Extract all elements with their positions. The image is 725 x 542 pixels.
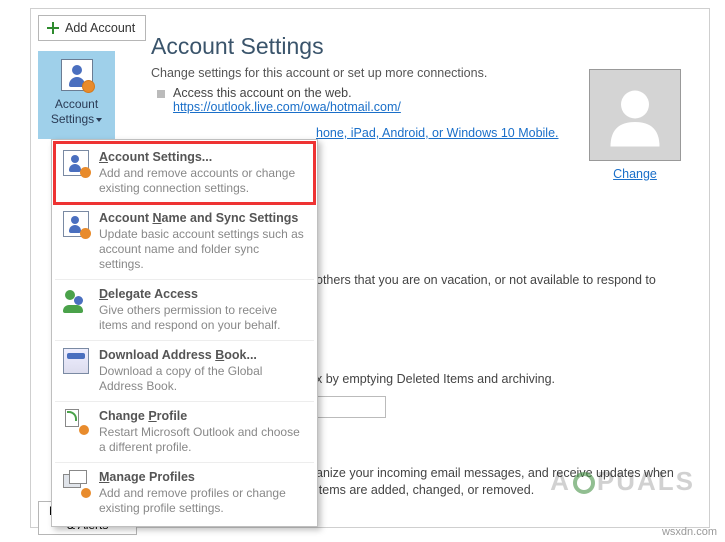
outlook-account-settings-window: Add Account Account Settings Account Set…: [30, 8, 710, 528]
menu-item-desc: Update basic account settings such as ac…: [99, 227, 306, 272]
add-account-label: Add Account: [65, 21, 135, 35]
rules-text-partial: anize your incoming email messages, and …: [316, 465, 689, 499]
menu-item-download-address-book[interactable]: Download Address Book... Download a copy…: [55, 340, 314, 401]
chevron-down-icon: [96, 118, 102, 122]
menu-item-name-sync-settings[interactable]: Account Name and Sync Settings Update ba…: [55, 203, 314, 279]
menu-item-delegate-access[interactable]: Delegate Access Give others permission t…: [55, 279, 314, 340]
person-silhouette-icon: [600, 80, 670, 150]
menu-item-title: Manage Profiles: [99, 470, 306, 484]
delegate-access-icon: [63, 287, 89, 313]
menu-item-title: Account Settings...: [99, 150, 306, 164]
menu-item-manage-profiles[interactable]: Manage Profiles Add and remove profiles …: [55, 462, 314, 523]
menu-item-desc: Restart Microsoft Outlook and choose a d…: [99, 425, 306, 455]
menu-item-desc: Give others permission to receive items …: [99, 303, 306, 333]
auto-replies-text-partial: others that you are on vacation, or not …: [316, 272, 689, 289]
page-title: Account Settings: [151, 33, 697, 60]
mailbox-input-partial[interactable]: [316, 396, 386, 418]
account-settings-dropdown-menu: Account Settings... Add and remove accou…: [51, 139, 318, 527]
account-settings-dropdown-label: Account Settings: [38, 97, 115, 127]
avatar-placeholder: [589, 69, 681, 161]
menu-item-title: Account Name and Sync Settings: [99, 211, 306, 225]
bullet-icon: [157, 90, 165, 98]
add-account-button[interactable]: Add Account: [38, 15, 146, 41]
account-card-icon: [61, 59, 93, 91]
account-settings-icon: [63, 150, 89, 176]
menu-item-account-settings[interactable]: Account Settings... Add and remove accou…: [55, 143, 314, 203]
menu-item-title: Delegate Access: [99, 287, 306, 301]
menu-item-desc: Add and remove profiles or change existi…: [99, 486, 306, 516]
menu-item-change-profile[interactable]: Change Profile Restart Microsoft Outlook…: [55, 401, 314, 462]
avatar-block: Change: [585, 69, 685, 181]
web-access-label: Access this account on the web.: [173, 86, 401, 100]
mailbox-settings-row: x by emptying Deleted Items and archivin…: [316, 372, 555, 386]
owa-link[interactable]: https://outlook.live.com/owa/hotmail.com…: [173, 100, 401, 114]
menu-item-desc: Download a copy of the Global Address Bo…: [99, 364, 306, 394]
menu-item-desc: Add and remove accounts or change existi…: [99, 166, 306, 196]
name-sync-icon: [63, 211, 89, 237]
source-credit: wsxdn.com: [662, 526, 717, 538]
plus-icon: [47, 22, 59, 34]
change-photo-link[interactable]: Change: [613, 167, 657, 181]
manage-profiles-icon: [63, 470, 89, 496]
menu-item-title: Change Profile: [99, 409, 306, 423]
change-profile-icon: [63, 409, 89, 435]
menu-item-title: Download Address Book...: [99, 348, 306, 362]
account-settings-dropdown-button[interactable]: Account Settings: [38, 51, 115, 139]
mobile-apps-link[interactable]: hone, iPad, Android, or Windows 10 Mobil…: [316, 126, 559, 140]
address-book-icon: [63, 348, 89, 374]
mailbox-text-partial: x by emptying Deleted Items and archivin…: [316, 372, 555, 386]
